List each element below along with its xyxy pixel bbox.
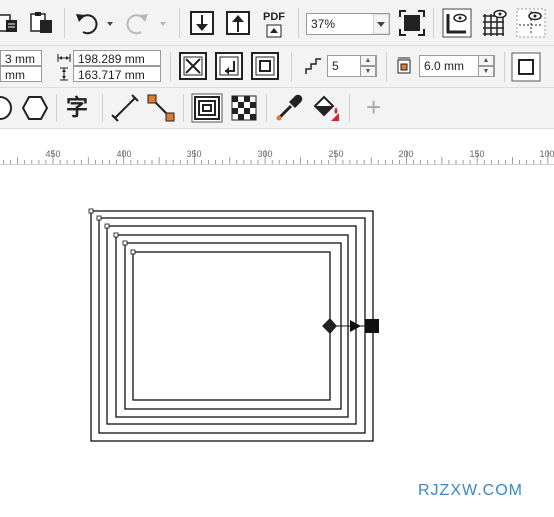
connector-icon[interactable] <box>147 94 175 122</box>
width-icon <box>57 54 71 62</box>
ellipse-tool-icon[interactable] <box>0 95 14 121</box>
x-position-field[interactable]: 3 mm <box>0 50 42 66</box>
ruler-label: 100 <box>539 149 554 159</box>
guidelines-icon[interactable] <box>516 8 546 38</box>
zoom-level-value: 37% <box>311 17 336 31</box>
undo-icon[interactable] <box>73 10 113 36</box>
publish-pdf-button[interactable]: PDF <box>262 9 290 38</box>
separator <box>433 8 434 38</box>
pdf-label: PDF <box>263 11 285 23</box>
ruler-label: 450 <box>45 149 61 159</box>
full-screen-icon[interactable] <box>399 10 425 36</box>
ruler-label: 350 <box>186 149 202 159</box>
node-handle[interactable] <box>104 223 110 229</box>
chevron-down-icon[interactable] <box>373 14 389 34</box>
separator <box>504 52 505 82</box>
steps-decrease-button[interactable]: ▼ <box>360 66 376 77</box>
separator <box>349 94 350 122</box>
horizontal-ruler[interactable]: 450 400 350 300 250 200 150 100 <box>0 144 554 165</box>
x-position-value: 3 mm <box>5 52 35 66</box>
source-rectangle[interactable] <box>132 251 331 401</box>
contour-end-handle[interactable] <box>365 319 379 333</box>
separator <box>170 52 171 82</box>
publish-pdf-icon <box>266 24 282 38</box>
height-icon <box>60 67 68 81</box>
y-position-field[interactable]: mm <box>0 66 42 82</box>
steps-icon <box>305 58 321 74</box>
height-field[interactable]: 163.717 mm <box>73 66 161 82</box>
ruler-label: 300 <box>257 149 273 159</box>
width-value: 198.289 mm <box>78 52 145 66</box>
height-value: 163.717 mm <box>78 68 145 82</box>
add-tool-icon[interactable]: + <box>366 92 381 122</box>
ruler-label: 400 <box>116 149 132 159</box>
separator <box>291 52 292 82</box>
node-handle[interactable] <box>96 215 102 221</box>
parallel-dimension-icon[interactable] <box>111 94 139 122</box>
separator <box>179 8 180 38</box>
contour-tool-icon[interactable] <box>191 93 223 123</box>
ruler-label: 150 <box>469 149 485 159</box>
separator <box>56 94 57 122</box>
contour-rectangle[interactable] <box>115 234 349 418</box>
watermark-text: RJZXW.COM <box>418 482 523 499</box>
separator <box>64 8 65 38</box>
y-position-value: mm <box>5 68 25 82</box>
separator <box>183 94 184 122</box>
drawing-canvas[interactable] <box>0 165 554 517</box>
toolbox: 字 + <box>0 88 554 129</box>
contour-drawing[interactable] <box>0 165 554 517</box>
ruler-label: 200 <box>398 149 414 159</box>
text-tool-icon[interactable]: 字 <box>66 95 94 121</box>
separator <box>386 52 387 82</box>
ruler-label: 250 <box>328 149 344 159</box>
node-handle[interactable] <box>88 208 94 214</box>
grid-icon[interactable] <box>480 8 510 38</box>
offset-icon <box>397 57 411 74</box>
to-center-icon[interactable] <box>179 52 207 80</box>
offset-increase-button[interactable]: ▲ <box>478 55 494 66</box>
redo-icon[interactable] <box>125 10 171 36</box>
contour-rectangle[interactable] <box>124 242 342 410</box>
eyedropper-icon[interactable] <box>275 94 303 122</box>
separator <box>298 8 299 38</box>
separator <box>102 94 103 122</box>
separator <box>266 94 267 122</box>
contour-start-handle[interactable] <box>322 318 337 334</box>
property-bar: 3 mm mm 198.289 mm 163.717 mm 5 ▲ ▼ 6.0 … <box>0 46 554 88</box>
interactive-fill-icon[interactable] <box>311 93 341 123</box>
offset-decrease-button[interactable]: ▼ <box>478 66 494 77</box>
contour-rectangle[interactable] <box>106 225 357 425</box>
transparency-tool-icon[interactable] <box>231 95 257 121</box>
outside-icon[interactable] <box>251 52 279 80</box>
node-handle[interactable] <box>130 249 136 255</box>
width-field[interactable]: 198.289 mm <box>73 50 161 66</box>
steps-increase-button[interactable]: ▲ <box>360 55 376 66</box>
outline-only-icon[interactable] <box>511 52 541 82</box>
zoom-level-dropdown[interactable]: 37% <box>306 13 390 35</box>
import-icon[interactable] <box>189 10 215 36</box>
node-handle[interactable] <box>113 232 119 238</box>
contour-offset-value: 6.0 mm <box>424 59 465 73</box>
export-icon[interactable] <box>225 10 251 36</box>
inside-icon[interactable] <box>215 52 243 80</box>
paste-icon[interactable] <box>0 12 20 34</box>
rulers-icon[interactable] <box>442 8 472 38</box>
standard-toolbar: PDF 37% <box>0 0 554 46</box>
clipboard-icon[interactable] <box>29 11 55 35</box>
contour-steps-value: 5 <box>332 59 339 73</box>
node-handle[interactable] <box>122 240 128 246</box>
polygon-tool-icon[interactable] <box>22 95 48 121</box>
